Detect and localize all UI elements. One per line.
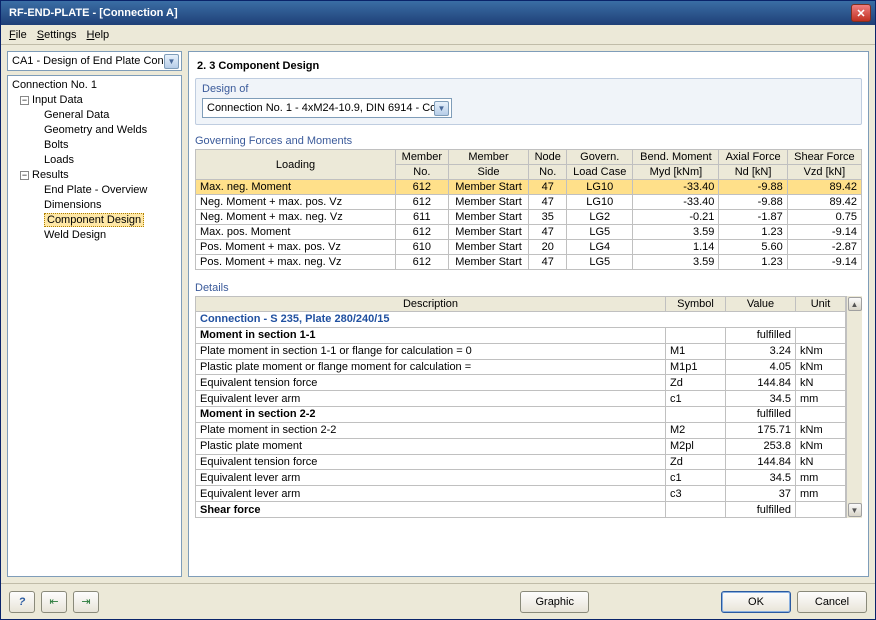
col-member-no[interactable]: Member bbox=[396, 150, 449, 165]
menu-file[interactable]: File bbox=[9, 29, 27, 41]
title-bar[interactable]: RF-END-PLATE - [Connection A] ✕ bbox=[1, 1, 875, 25]
table-row[interactable]: Equivalent tension forceZd144.84kN bbox=[196, 375, 846, 391]
table-row[interactable]: Pos. Moment + max. pos. Vz610Member Star… bbox=[196, 240, 862, 255]
col-node-no[interactable]: Node bbox=[529, 150, 567, 165]
tree-root[interactable]: Connection No. 1 bbox=[10, 78, 179, 93]
table-row[interactable]: Shear forcefulfilled bbox=[196, 502, 846, 518]
tree-loads[interactable]: Loads bbox=[10, 153, 179, 168]
table-row[interactable]: Plastic plate momentM2pl253.8kNm bbox=[196, 438, 846, 454]
design-of-group: Design of Connection No. 1 - 4xM24-10.9,… bbox=[195, 78, 862, 125]
col-shear[interactable]: Shear Force bbox=[787, 150, 861, 165]
export-icon: ⇥ bbox=[81, 595, 90, 608]
table-row[interactable]: Neg. Moment + max. neg. Vz611Member Star… bbox=[196, 210, 862, 225]
tree-geometry-welds[interactable]: Geometry and Welds bbox=[10, 123, 179, 138]
details-table[interactable]: Description Symbol Value Unit Connection… bbox=[195, 296, 846, 518]
col-value[interactable]: Value bbox=[726, 297, 796, 312]
menu-help[interactable]: Help bbox=[87, 29, 110, 41]
table-row[interactable]: Plate moment in section 2-2M2175.71kNm bbox=[196, 422, 846, 438]
table-row[interactable]: Connection - S 235, Plate 280/240/15 bbox=[196, 312, 846, 328]
col-member-side[interactable]: Member bbox=[448, 150, 529, 165]
chevron-down-icon[interactable]: ▼ bbox=[434, 101, 449, 116]
table-row[interactable]: Moment in section 1-1fulfilled bbox=[196, 327, 846, 343]
table-row[interactable]: Moment in section 2-2fulfilled bbox=[196, 407, 846, 423]
col-unit[interactable]: Unit bbox=[796, 297, 846, 312]
cancel-button[interactable]: Cancel bbox=[797, 591, 867, 613]
close-icon[interactable]: ✕ bbox=[851, 4, 871, 22]
help-icon: ? bbox=[19, 596, 26, 608]
menu-settings[interactable]: Settings bbox=[37, 29, 77, 41]
tree-general-data[interactable]: General Data bbox=[10, 108, 179, 123]
table-row[interactable]: Max. neg. Moment612Member Start47LG10-33… bbox=[196, 180, 862, 195]
col-axial[interactable]: Axial Force bbox=[719, 150, 787, 165]
table-row[interactable]: Equivalent lever armc134.5mm bbox=[196, 470, 846, 486]
table-row[interactable]: Equivalent tension forceZd144.84kN bbox=[196, 454, 846, 470]
tree-input-data[interactable]: −Input Data bbox=[10, 93, 179, 108]
button-bar: ? ⇤ ⇥ Graphic OK Cancel bbox=[1, 583, 875, 619]
scroll-down-icon[interactable]: ▼ bbox=[848, 503, 862, 517]
table-row[interactable]: Equivalent lever armc337mm bbox=[196, 486, 846, 502]
col-bend[interactable]: Bend. Moment bbox=[633, 150, 719, 165]
table-row[interactable]: Plastic plate moment or flange moment fo… bbox=[196, 359, 846, 375]
governing-table[interactable]: Loading Member Member Node Govern. Bend.… bbox=[195, 149, 862, 270]
col-loading[interactable]: Loading bbox=[196, 150, 396, 180]
tree-dimensions[interactable]: Dimensions bbox=[10, 198, 179, 213]
help-button[interactable]: ? bbox=[9, 591, 35, 613]
details-scrollbar[interactable]: ▲ ▼ bbox=[846, 296, 862, 518]
col-govern[interactable]: Govern. bbox=[567, 150, 633, 165]
tree-weld-design[interactable]: Weld Design bbox=[10, 228, 179, 243]
design-of-label: Design of bbox=[202, 83, 855, 95]
design-of-combo-text: Connection No. 1 - 4xM24-10.9, DIN 6914 … bbox=[207, 102, 434, 114]
governing-table-wrap: Loading Member Member Node Govern. Bend.… bbox=[195, 149, 862, 270]
chevron-down-icon[interactable]: ▼ bbox=[164, 54, 179, 69]
export-button[interactable]: ⇥ bbox=[73, 591, 99, 613]
table-row[interactable]: Max. pos. Moment612Member Start47LG53.59… bbox=[196, 225, 862, 240]
case-combo[interactable]: CA1 - Design of End Plate Conn ▼ bbox=[7, 51, 182, 71]
details-label: Details bbox=[195, 282, 862, 294]
content-panel: 2. 3 Component Design Design of Connecti… bbox=[188, 51, 869, 577]
case-combo-text: CA1 - Design of End Plate Conn bbox=[12, 55, 164, 67]
graphic-button[interactable]: Graphic bbox=[520, 591, 589, 613]
table-row[interactable]: Equivalent lever armc134.5mm bbox=[196, 391, 846, 407]
col-description[interactable]: Description bbox=[196, 297, 666, 312]
ok-button[interactable]: OK bbox=[721, 591, 791, 613]
scroll-up-icon[interactable]: ▲ bbox=[848, 297, 862, 311]
governing-label: Governing Forces and Moments bbox=[195, 135, 862, 147]
menu-bar: File Settings Help bbox=[1, 25, 875, 45]
table-row[interactable]: Pos. Moment + max. neg. Vz612Member Star… bbox=[196, 255, 862, 270]
col-symbol[interactable]: Symbol bbox=[666, 297, 726, 312]
table-row[interactable]: Neg. Moment + max. pos. Vz612Member Star… bbox=[196, 195, 862, 210]
navigator-panel: CA1 - Design of End Plate Conn ▼ Connect… bbox=[7, 51, 182, 577]
page-title: 2. 3 Component Design bbox=[195, 56, 862, 78]
import-button[interactable]: ⇤ bbox=[41, 591, 67, 613]
tree-results[interactable]: −Results bbox=[10, 168, 179, 183]
table-row[interactable]: Plate moment in section 1-1 or flange fo… bbox=[196, 343, 846, 359]
tree-end-plate-overview[interactable]: End Plate - Overview bbox=[10, 183, 179, 198]
dialog-body: CA1 - Design of End Plate Conn ▼ Connect… bbox=[1, 45, 875, 583]
window-title: RF-END-PLATE - [Connection A] bbox=[5, 7, 851, 19]
design-of-combo[interactable]: Connection No. 1 - 4xM24-10.9, DIN 6914 … bbox=[202, 98, 452, 118]
tree-component-design[interactable]: Component Design bbox=[10, 213, 179, 228]
dialog-window: RF-END-PLATE - [Connection A] ✕ File Set… bbox=[0, 0, 876, 620]
tree-bolts[interactable]: Bolts bbox=[10, 138, 179, 153]
navigator-tree[interactable]: Connection No. 1 −Input Data General Dat… bbox=[7, 75, 182, 577]
import-icon: ⇤ bbox=[49, 595, 58, 608]
